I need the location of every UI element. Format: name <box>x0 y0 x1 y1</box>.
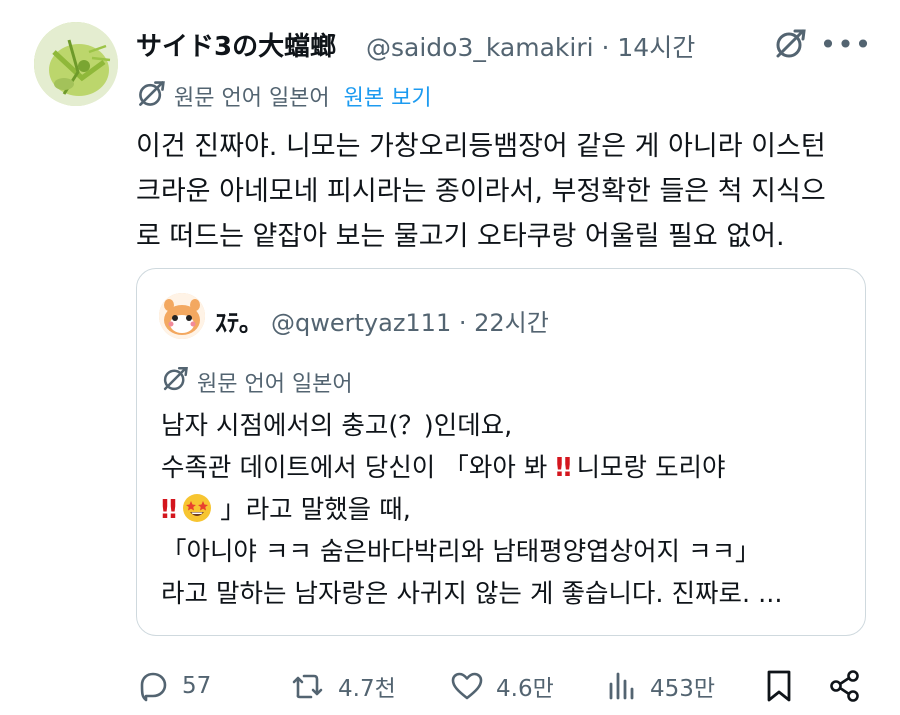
quoted-post-text: 남자 시점에서의 충고(？)인데요, 수족관 데이트에서 당신이 「와아 봐 ‼… <box>161 405 851 615</box>
quoted-author-name[interactable]: ｽﾃ｡ <box>215 303 251 338</box>
author-handle-and-time[interactable]: @saido3_kamakiri · 14시간 <box>366 28 695 64</box>
star-struck-emoji-icon <box>182 493 212 523</box>
quoted-author-avatar[interactable] <box>159 293 205 339</box>
more-icon[interactable]: ••• <box>820 24 872 64</box>
quoted-translation-label: 원문 언어 일본어 <box>197 372 353 397</box>
views-count: 453만 <box>650 676 716 702</box>
quoted-post-time[interactable]: 22시간 <box>474 309 549 337</box>
quoted-author-handle[interactable]: @qwertyaz111 <box>271 309 451 337</box>
double-exclamation-emoji: ‼ <box>555 453 571 483</box>
separator-dot: · <box>458 309 475 337</box>
bookmark-button[interactable] <box>764 666 794 706</box>
repost-icon <box>290 669 326 703</box>
quoted-line: 「아니야 ㅋㅋ 숨은바다박리와 남태평양엽상어지 ㅋㅋ」 <box>161 537 761 567</box>
grok-icon[interactable] <box>770 24 810 64</box>
translation-row: 원문 언어 일본어 원본 보기 <box>136 80 432 112</box>
views-button[interactable]: 453만 <box>606 666 715 706</box>
reply-count: 57 <box>182 673 212 699</box>
repost-button[interactable]: 4.7천 <box>290 666 396 706</box>
post-time[interactable]: 14시간 <box>617 33 695 62</box>
author-handle[interactable]: @saido3_kamakiri <box>366 33 594 62</box>
reply-icon <box>136 669 170 703</box>
quoted-line: 라고 말하는 남자랑은 사귀지 않는 게 좋습니다. 진짜로. ... <box>161 579 783 609</box>
translation-label: 원문 언어 일본어 <box>174 86 330 111</box>
views-icon <box>606 670 638 702</box>
author-name[interactable]: サイド3の大蟷螂 <box>136 26 336 63</box>
bookmark-icon <box>764 669 794 703</box>
reply-button[interactable]: 57 <box>136 666 211 706</box>
repost-count: 4.7천 <box>338 676 396 702</box>
action-bar: 57 4.7천 4.6만 453만 <box>136 666 876 706</box>
double-exclamation-emoji: ‼ <box>161 495 177 525</box>
quoted-line-part: 수족관 데이트에서 당신이 「와아 봐 <box>161 453 548 483</box>
quoted-line: 수족관 데이트에서 당신이 「와아 봐 ‼ 니모랑 도리야 <box>161 447 851 489</box>
quoted-handle-and-time[interactable]: @qwertyaz111 · 22시간 <box>271 303 549 338</box>
author-avatar[interactable] <box>34 22 118 106</box>
like-button[interactable]: 4.6만 <box>450 666 554 706</box>
quoted-post[interactable]: ｽﾃ｡ @qwertyaz111 · 22시간 원문 언어 일본어 남자 시점에… <box>136 268 866 636</box>
translate-icon <box>136 79 166 113</box>
separator-dot: · <box>601 33 618 62</box>
quoted-line-part: 니모랑 도리야 <box>576 453 726 483</box>
post-line: 크라운 아네모네 피시라는 종이라서, 부정확한 들은 척 지식으 <box>136 176 826 207</box>
quoted-line-part: 」라고 말했을 때, <box>220 495 411 525</box>
post-line: 이건 진짜야. 니모는 가창오리등뱀장어 같은 게 아니라 이스턴 <box>136 131 826 162</box>
quoted-line: ‼ 」라고 말했을 때, <box>161 489 851 531</box>
like-icon <box>450 670 484 702</box>
like-count: 4.6만 <box>496 676 554 702</box>
post-line: 로 떠드는 얕잡아 보는 물고기 오타쿠랑 어울릴 필요 없어. <box>136 221 785 252</box>
quoted-translation-row: 원문 언어 일본어 <box>161 365 353 399</box>
share-button[interactable] <box>828 666 862 706</box>
quoted-line: 남자 시점에서의 충고(？)인데요, <box>161 411 513 441</box>
show-original-link[interactable]: 원본 보기 <box>344 80 432 112</box>
translate-icon <box>161 365 189 399</box>
post-text: 이건 진짜야. 니모는 가창오리등뱀장어 같은 게 아니라 이스턴 크라운 아네… <box>136 124 876 259</box>
share-icon <box>828 669 862 703</box>
